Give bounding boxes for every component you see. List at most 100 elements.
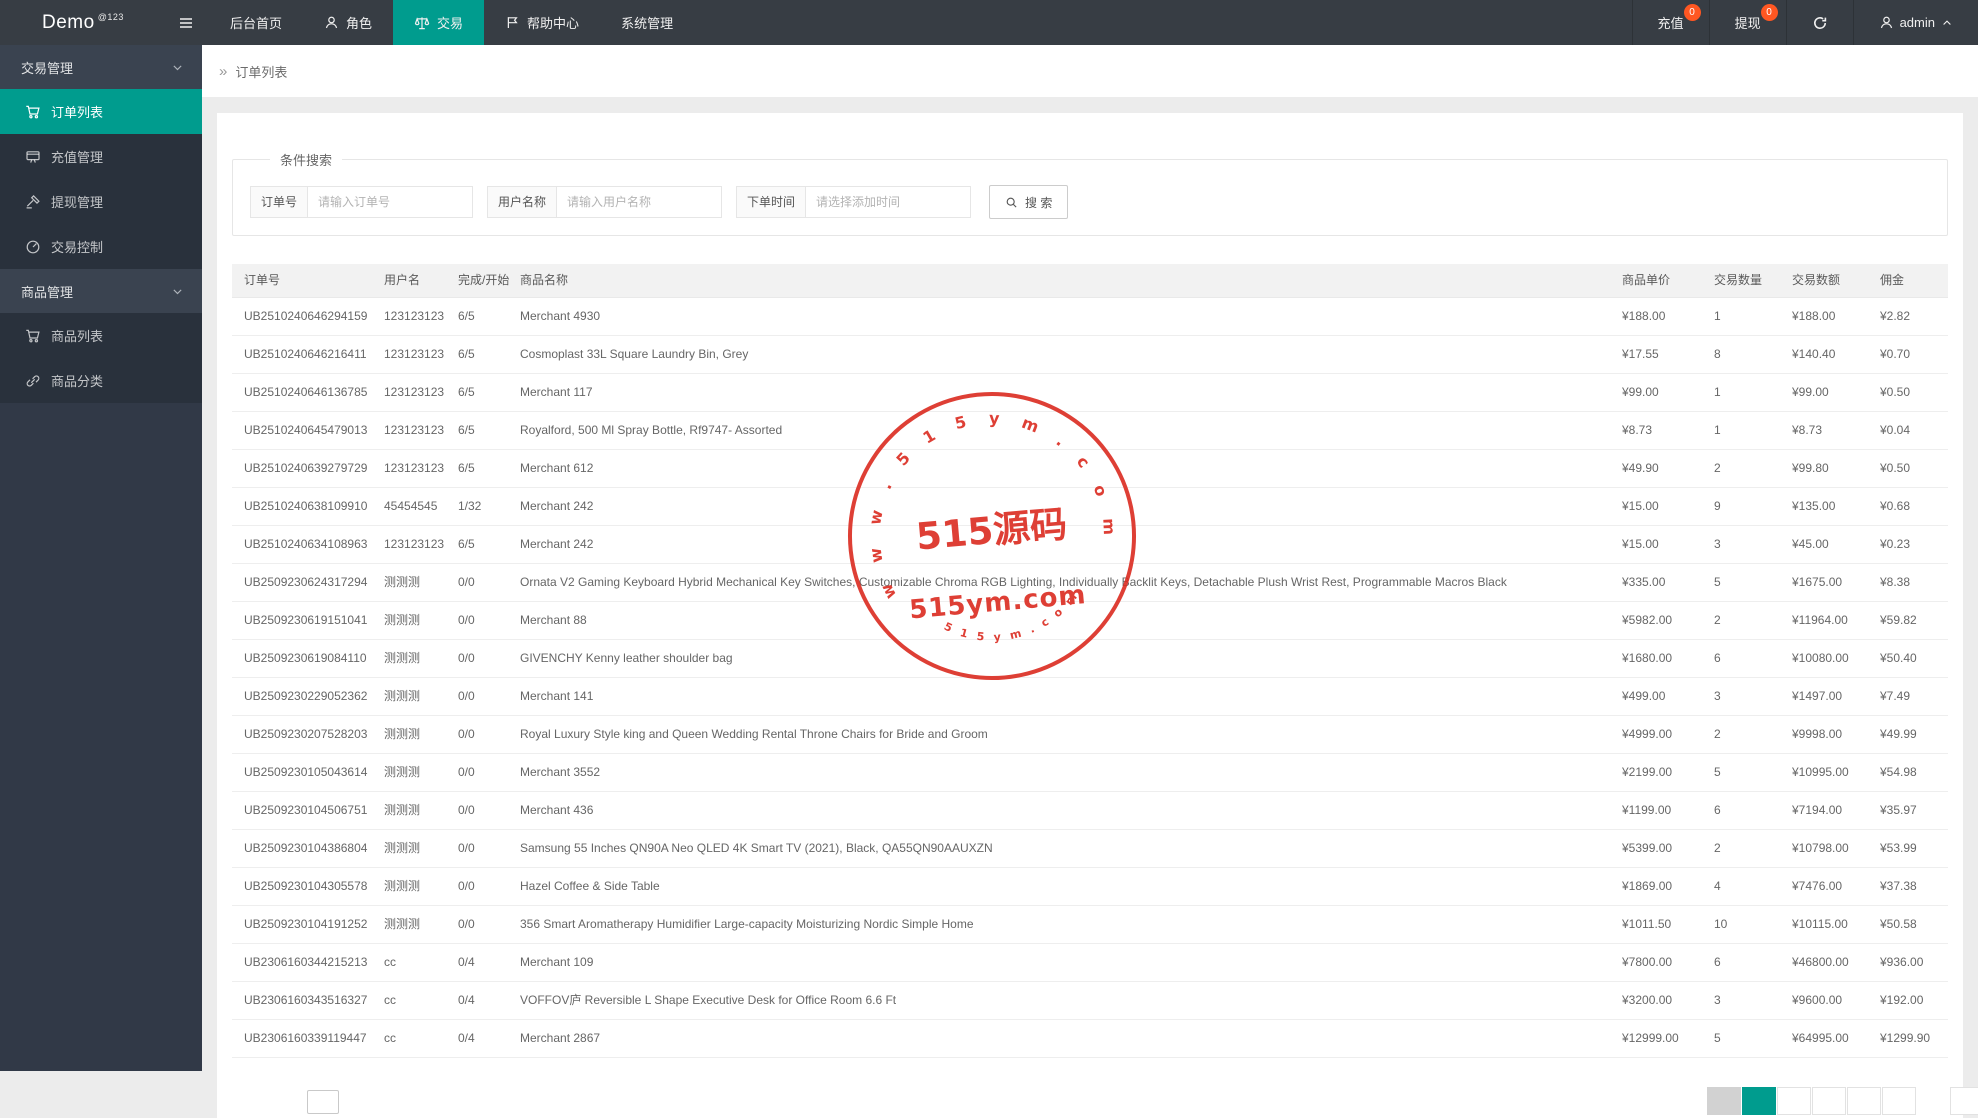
table-row: UB25102406392797291231231236/5Merchant 6…	[232, 450, 1948, 488]
order-table-header-row: 订单号用户名完成/开始商品名称商品单价交易数量交易数额佣金	[232, 264, 1948, 298]
table-cell: ¥10995.00	[1780, 754, 1868, 792]
table-cell: ¥99.00	[1610, 374, 1702, 412]
cart-icon	[25, 328, 41, 344]
table-cell: 2	[1702, 830, 1780, 868]
sidebar-item-recharge[interactable]: 充值管理	[0, 134, 202, 179]
refresh-icon	[1812, 15, 1828, 31]
table-cell: 2	[1702, 716, 1780, 754]
table-cell: 测测测	[372, 564, 446, 602]
table-cell: ¥15.00	[1610, 488, 1702, 526]
table-cell: 123123123	[372, 526, 446, 564]
sidebar-item-goods-list[interactable]: 商品列表	[0, 313, 202, 358]
table-cell: ¥2.82	[1868, 298, 1948, 336]
sidebar-group-trade[interactable]: 交易管理	[0, 45, 202, 89]
pagination-page-button[interactable]	[1812, 1087, 1846, 1115]
search-button[interactable]: 搜 索	[989, 185, 1068, 219]
table-cell: ¥7.49	[1868, 678, 1948, 716]
flag-icon	[505, 15, 520, 30]
nav-item-label: 系统管理	[621, 13, 673, 32]
table-cell: 4	[1702, 868, 1780, 906]
table-row: UB25102406341089631231231236/5Merchant 2…	[232, 526, 1948, 564]
table-header-cell: 交易数额	[1780, 264, 1868, 298]
withdraw-button[interactable]: 提现 0	[1709, 0, 1786, 45]
order-time-label: 下单时间	[736, 186, 806, 218]
sidebar-toggle-button[interactable]	[163, 0, 209, 45]
recharge-button[interactable]: 充值 0	[1632, 0, 1709, 45]
table-cell: ¥0.68	[1868, 488, 1948, 526]
table-cell: 123123123	[372, 450, 446, 488]
sidebar-group-label: 交易管理	[21, 58, 73, 77]
table-cell: ¥46800.00	[1780, 944, 1868, 982]
table-row: UB2509230104506751测测测0/0Merchant 436¥119…	[232, 792, 1948, 830]
sidebar-item-trade-control[interactable]: 交易控制	[0, 224, 202, 269]
username-input[interactable]	[557, 186, 722, 218]
table-cell: cc	[372, 1020, 446, 1058]
user-icon	[324, 15, 339, 30]
link-icon	[25, 373, 41, 389]
sidebar-item-order-list[interactable]: 订单列表	[0, 89, 202, 134]
nav-item-trade[interactable]: 交易	[393, 0, 484, 45]
sidebar-item-withdraw[interactable]: 提现管理	[0, 179, 202, 224]
table-row: UB2509230619084110测测测0/0GIVENCHY Kenny l…	[232, 640, 1948, 678]
table-cell: 0/0	[446, 678, 508, 716]
nav-item-label: 角色	[346, 13, 372, 32]
scales-icon	[414, 15, 430, 31]
cart-icon	[25, 104, 41, 120]
pagination-next-button[interactable]	[1950, 1087, 1978, 1115]
order-list-card: 条件搜索 订单号 用户名称 下单时间 搜 索	[217, 113, 1963, 1118]
search-field-username: 用户名称	[487, 186, 722, 218]
nav-item-roles[interactable]: 角色	[303, 0, 393, 45]
nav-item-help[interactable]: 帮助中心	[484, 0, 600, 45]
table-cell: UB2510240639279729	[232, 450, 372, 488]
table-cell: Royalford, 500 Ml Spray Bottle, Rf9747- …	[508, 412, 1610, 450]
table-cell: ¥7476.00	[1780, 868, 1868, 906]
table-cell: ¥5982.00	[1610, 602, 1702, 640]
table-header-cell: 完成/开始	[446, 264, 508, 298]
table-cell: ¥99.00	[1780, 374, 1868, 412]
table-cell: ¥37.38	[1868, 868, 1948, 906]
table-cell: ¥10798.00	[1780, 830, 1868, 868]
table-row: UB2510240638109910454545451/32Merchant 2…	[232, 488, 1948, 526]
table-cell: ¥499.00	[1610, 678, 1702, 716]
nav-item-system[interactable]: 系统管理	[600, 0, 694, 45]
pagination-page-current[interactable]	[1742, 1087, 1776, 1115]
table-cell: 6/5	[446, 374, 508, 412]
table-cell: 1	[1702, 374, 1780, 412]
table-cell: ¥1869.00	[1610, 868, 1702, 906]
chevron-down-icon	[171, 285, 184, 298]
table-cell: Merchant 141	[508, 678, 1610, 716]
order-table-body: UB25102406462941591231231236/5Merchant 4…	[232, 298, 1948, 1058]
table-cell: 测测测	[372, 640, 446, 678]
pagination-page-button[interactable]	[1847, 1087, 1881, 1115]
sidebar-item-label: 交易控制	[51, 237, 103, 256]
pagination-page-button[interactable]	[1777, 1087, 1811, 1115]
sidebar-group-goods[interactable]: 商品管理	[0, 269, 202, 313]
pagination-prev-button[interactable]	[1707, 1087, 1741, 1115]
table-cell: 0/0	[446, 564, 508, 602]
top-navbar: Demo@123 后台首页 角色 交易 帮助中心 系统	[0, 0, 1978, 45]
nav-item-home[interactable]: 后台首页	[209, 0, 303, 45]
table-cell: ¥54.98	[1868, 754, 1948, 792]
table-cell: 测测测	[372, 678, 446, 716]
app-logo[interactable]: Demo@123	[0, 0, 163, 45]
page-size-box[interactable]	[307, 1090, 339, 1114]
table-cell: 6	[1702, 792, 1780, 830]
refresh-button[interactable]	[1786, 0, 1853, 45]
table-row: UB25102406454790131231231236/5Royalford,…	[232, 412, 1948, 450]
table-cell: 0/0	[446, 792, 508, 830]
withdraw-badge: 0	[1761, 4, 1778, 21]
table-cell: ¥188.00	[1780, 298, 1868, 336]
table-cell: ¥5399.00	[1610, 830, 1702, 868]
table-cell: ¥64995.00	[1780, 1020, 1868, 1058]
table-cell: Merchant 3552	[508, 754, 1610, 792]
page-title: 订单列表	[235, 62, 287, 81]
gauge-icon	[25, 239, 41, 255]
admin-username: admin	[1900, 15, 1935, 30]
order-no-input[interactable]	[308, 186, 473, 218]
table-cell: Samsung 55 Inches QN90A Neo QLED 4K Smar…	[508, 830, 1610, 868]
table-row: UB2306160343516327cc0/4VOFFOV庐 Reversibl…	[232, 982, 1948, 1020]
sidebar-item-goods-category[interactable]: 商品分类	[0, 358, 202, 403]
pagination-page-button[interactable]	[1882, 1087, 1916, 1115]
order-time-input[interactable]	[806, 186, 971, 218]
admin-dropdown[interactable]: admin	[1853, 0, 1978, 45]
